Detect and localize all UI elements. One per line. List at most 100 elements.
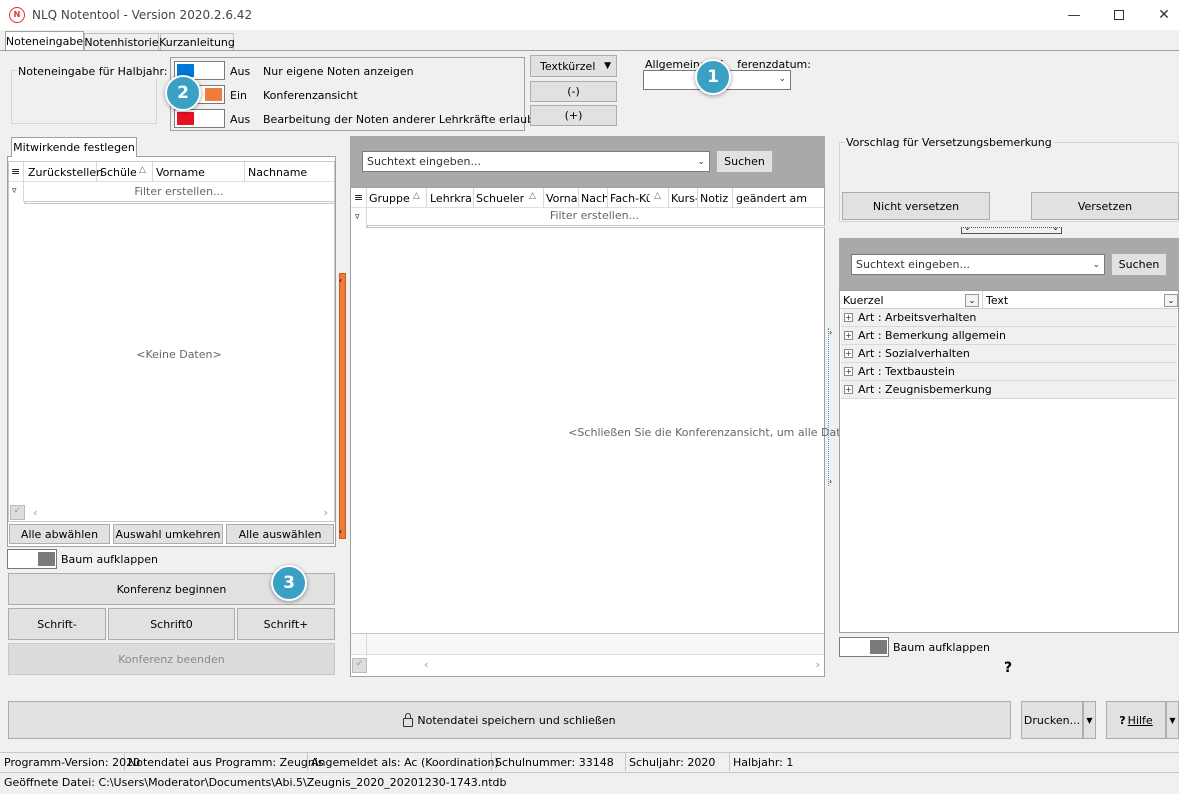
- filter-row[interactable]: ▿ Filter erstellen...: [351, 208, 825, 228]
- expand-icon[interactable]: +: [844, 367, 853, 376]
- filter-dropdown-icon[interactable]: ⌄: [965, 294, 979, 307]
- schrift-minus-button[interactable]: Schrift-: [8, 608, 106, 640]
- tree-group-row[interactable]: + Art : Bemerkung allgemein: [841, 327, 1177, 345]
- halbjahr-label: Noteneingabe für Halbjahr:: [17, 65, 169, 78]
- tab-notenhistorie[interactable]: Notenhistorie: [84, 33, 159, 50]
- chevron-down-icon: ⌄: [1092, 259, 1100, 270]
- chevron-down-icon: ⌄: [697, 156, 705, 167]
- schrift0-button[interactable]: Schrift0: [108, 608, 235, 640]
- empty-text: <Keine Daten>: [136, 348, 222, 361]
- close-icon[interactable]: ✕: [1152, 0, 1176, 30]
- select-all-checkbox[interactable]: ✓: [10, 505, 25, 520]
- horizontal-scrollbar[interactable]: ‹ ›: [367, 657, 824, 675]
- column-header[interactable]: Lehrkraf: [430, 188, 472, 208]
- alle-auswaehlen-button[interactable]: Alle auswählen: [226, 524, 334, 544]
- column-chooser-icon[interactable]: ≡: [11, 165, 20, 178]
- mitwirkende-grid: ≡ Zurückstellen Schüler △ Vorname Nachna…: [8, 161, 335, 522]
- drucken-dropdown[interactable]: ▼: [1083, 701, 1096, 739]
- baum-label: Baum aufklappen: [61, 553, 158, 566]
- expand-icon[interactable]: +: [844, 313, 853, 322]
- maximize-icon[interactable]: [1107, 0, 1131, 30]
- collapse-right-icon[interactable]: ›: [829, 477, 832, 486]
- column-header[interactable]: Schüler: [100, 162, 136, 182]
- konferenz-beenden-button[interactable]: Konferenz beenden: [8, 643, 335, 675]
- chevron-down-icon: ⌄: [1052, 223, 1059, 232]
- column-header[interactable]: Zurückstellen: [28, 162, 103, 182]
- minus-button[interactable]: (-): [530, 81, 617, 102]
- hilfe-dropdown[interactable]: ▼: [1166, 701, 1179, 739]
- column-header[interactable]: Vornai: [546, 188, 578, 208]
- status-halbjahr: Halbjahr: 1: [733, 755, 794, 769]
- column-header[interactable]: Fach-Kü: [610, 188, 650, 208]
- dropdown-arrow-icon: ▼: [1086, 715, 1093, 725]
- expand-icon[interactable]: +: [844, 331, 853, 340]
- column-header[interactable]: Kurs-: [671, 188, 697, 208]
- tree-group-row[interactable]: + Art : Textbaustein: [841, 363, 1177, 381]
- column-header[interactable]: Text: [986, 291, 1008, 309]
- left-tab[interactable]: Mitwirkende festlegen: [11, 137, 137, 157]
- select-all-checkbox[interactable]: ✓: [352, 658, 367, 673]
- dropdown-arrow-icon: ▼: [604, 61, 611, 71]
- drucken-button[interactable]: Drucken...: [1021, 701, 1083, 739]
- right-search-button[interactable]: Suchen: [1111, 253, 1167, 276]
- column-header[interactable]: Gruppe: [369, 188, 410, 208]
- collapse-left-icon[interactable]: ‹: [339, 276, 342, 285]
- toggle-bearbeitung[interactable]: [174, 109, 225, 128]
- plus-button[interactable]: (+): [530, 105, 617, 126]
- tab-kurzanleitung[interactable]: Kurzanleitung: [159, 33, 235, 50]
- tree-group-row[interactable]: + Art : Sozialverhalten: [841, 345, 1177, 363]
- tree-group-row[interactable]: + Art : Zeugnisbemerkung: [841, 381, 1177, 399]
- hilfe-button[interactable]: ? Hilfe: [1106, 701, 1166, 739]
- alle-abwaehlen-button[interactable]: Alle abwählen: [9, 524, 110, 544]
- toggle-knob: [38, 552, 55, 566]
- column-header[interactable]: Schueler N: [476, 188, 524, 208]
- right-splitter[interactable]: › ›: [828, 328, 835, 486]
- window-title: NLQ Notentool - Version 2020.2.6.42: [32, 8, 253, 22]
- column-header[interactable]: Nachname: [248, 162, 307, 182]
- versetzen-button[interactable]: Versetzen: [1031, 192, 1179, 220]
- tree-group-row[interactable]: + Art : Arbeitsverhalten: [841, 309, 1177, 327]
- textbaustein-grid: Kuerzel ⌄ Text ⌄ + Art : Arbeitsverhalten…: [839, 290, 1179, 633]
- column-chooser-icon[interactable]: ≡: [354, 191, 363, 204]
- horizontal-scrollbar[interactable]: ‹ ›: [25, 505, 334, 521]
- annotation-marker: 1: [695, 59, 731, 95]
- tab-noteneingabe[interactable]: Noteneingabe: [5, 31, 84, 51]
- column-header[interactable]: Vorname: [156, 162, 205, 182]
- scroll-left-icon[interactable]: ‹: [33, 506, 37, 519]
- help-icon[interactable]: ?: [1004, 660, 1012, 676]
- baum-toggle-left[interactable]: [7, 549, 57, 569]
- middle-search-input[interactable]: Suchtext eingeben... ⌄: [362, 151, 710, 172]
- nicht-versetzen-button[interactable]: Nicht versetzen: [842, 192, 990, 220]
- splitter-bar[interactable]: ‹ ‹: [339, 273, 346, 539]
- vertical-splitter-handle[interactable]: ⌄ ⌄: [961, 223, 1062, 234]
- expand-icon[interactable]: +: [844, 385, 853, 394]
- auswahl-umkehren-button[interactable]: Auswahl umkehren: [113, 524, 223, 544]
- column-header[interactable]: Notiz: [700, 188, 730, 208]
- toggle-knob: [205, 88, 222, 101]
- grid-header: ≡ Zurückstellen Schüler △ Vorname Nachna…: [9, 162, 334, 202]
- baum-toggle-right[interactable]: [839, 637, 889, 657]
- status-bar: Programm-Version: 2020 Notendatei aus Pr…: [0, 752, 1179, 771]
- collapse-left-icon[interactable]: ‹: [339, 527, 342, 536]
- save-close-button[interactable]: Notendatei speichern und schließen: [8, 701, 1011, 739]
- filter-dropdown-icon[interactable]: ⌄: [1164, 294, 1178, 307]
- column-header[interactable]: Nach: [581, 188, 607, 208]
- middle-search-button[interactable]: Suchen: [716, 150, 773, 173]
- status-file: Geöffnete Datei: C:\Users\Moderator\Docu…: [4, 776, 507, 789]
- column-header[interactable]: Kuerzel: [843, 291, 884, 309]
- expand-icon[interactable]: +: [844, 349, 853, 358]
- status-schuljahr: Schuljahr: 2020: [626, 753, 730, 771]
- summary-row: [351, 633, 824, 656]
- scroll-right-icon[interactable]: ›: [816, 658, 820, 671]
- scroll-right-icon[interactable]: ›: [324, 506, 328, 519]
- minimize-icon[interactable]: —: [1062, 0, 1086, 30]
- textkuerzel-button[interactable]: Textkürzel ▼: [530, 55, 617, 77]
- status-schulnummer: Schulnummer: 33148: [492, 753, 626, 771]
- right-search-input[interactable]: Suchtext eingeben... ⌄: [851, 254, 1105, 275]
- collapse-right-icon[interactable]: ›: [829, 328, 832, 337]
- schrift-plus-button[interactable]: Schrift+: [237, 608, 335, 640]
- column-header[interactable]: geändert am: [736, 188, 807, 208]
- scroll-left-icon[interactable]: ‹: [424, 658, 428, 671]
- filter-row[interactable]: ▿ Filter erstellen...: [9, 182, 335, 204]
- toggle-state: Aus: [230, 113, 251, 126]
